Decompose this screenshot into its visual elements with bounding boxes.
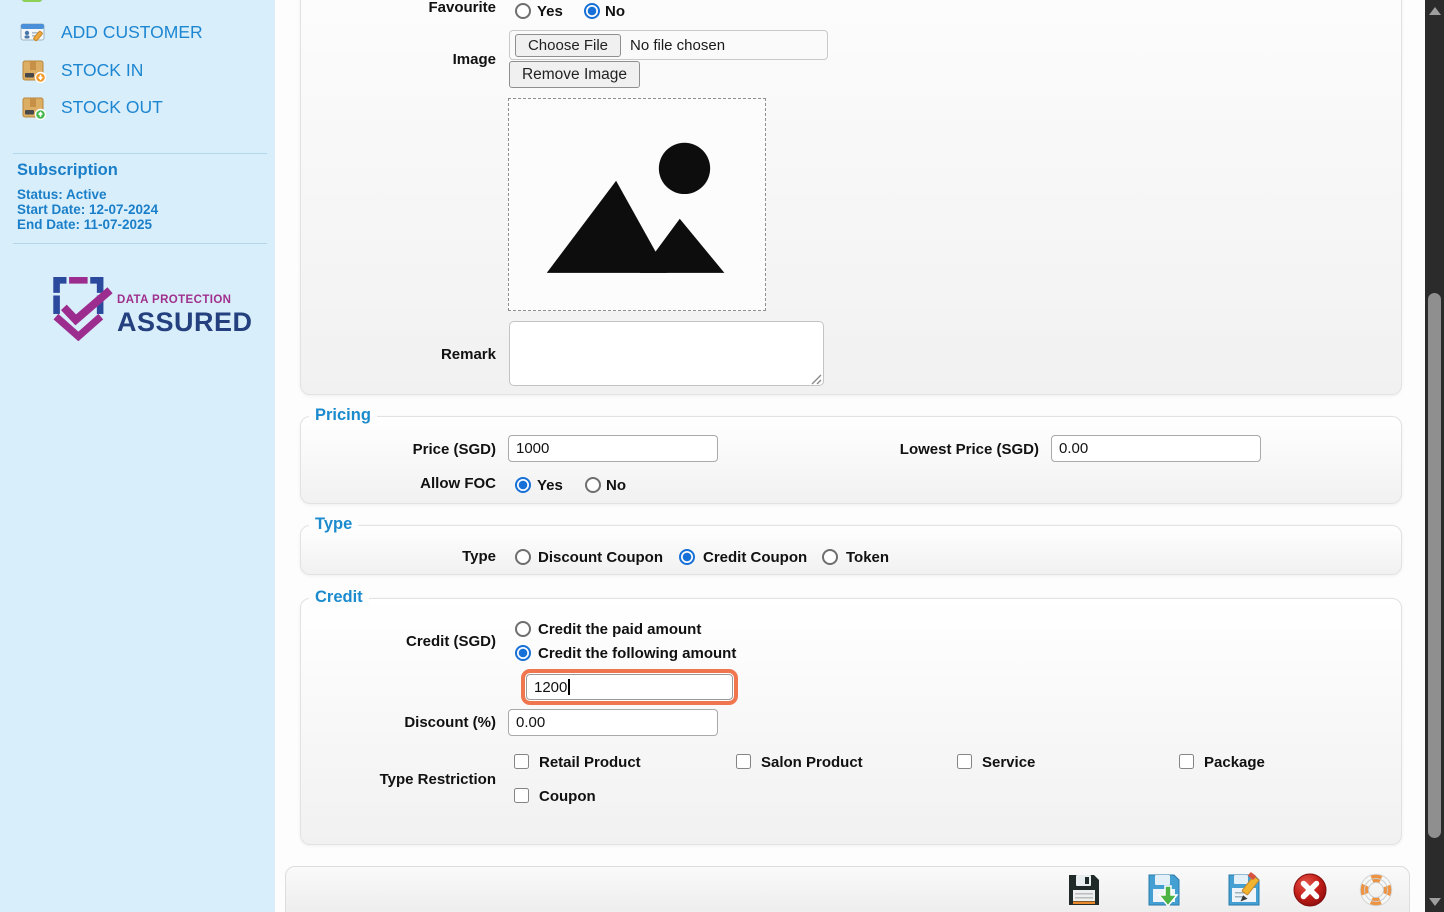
- foc-radio-no-label[interactable]: No: [606, 477, 626, 494]
- sidebar-item-label: STOCK OUT: [61, 97, 163, 118]
- textarea-resize-handle[interactable]: [811, 374, 822, 385]
- credit-amount-input[interactable]: 1200: [526, 674, 733, 700]
- checkbox-salon-product-label[interactable]: Salon Product: [761, 754, 863, 771]
- dpa-badge-line2: ASSURED: [117, 307, 253, 338]
- remark-label: Remark: [301, 346, 496, 363]
- checkbox-retail-product[interactable]: [514, 754, 529, 769]
- credit-section: Credit Credit (SGD) Credit the paid amou…: [300, 598, 1402, 845]
- pricing-section: Pricing Price (SGD) Lowest Price (SGD) A…: [300, 416, 1402, 504]
- price-label: Price (SGD): [301, 441, 496, 458]
- scrollbar-up-arrow[interactable]: [1429, 7, 1441, 15]
- stock-out-icon: [20, 94, 46, 120]
- discount-input[interactable]: [508, 709, 718, 736]
- cancel-icon: [1292, 872, 1328, 908]
- favourite-radio-no-label[interactable]: No: [605, 3, 625, 20]
- type-label: Type: [301, 548, 496, 565]
- credit-radio-paid-amount-label[interactable]: Credit the paid amount: [538, 621, 701, 638]
- checkbox-package[interactable]: [1179, 754, 1194, 769]
- sidebar-item-stock-in[interactable]: STOCK IN: [20, 56, 143, 84]
- toolbar: SAVE SAVE & NEW APPLY: [285, 866, 1410, 912]
- checkbox-salon-product[interactable]: [736, 754, 751, 769]
- file-status-text: No file chosen: [630, 37, 725, 54]
- foc-radio-yes[interactable]: [515, 477, 531, 493]
- subscription-end-date: End Date: 11-07-2025: [17, 217, 152, 232]
- subscription-title: Subscription: [17, 161, 118, 180]
- credit-radio-following-amount-label[interactable]: Credit the following amount: [538, 645, 736, 662]
- favourite-radio-no[interactable]: [584, 3, 600, 19]
- sidebar-item-label: ADD CUSTOMER: [61, 22, 203, 43]
- save-and-new-icon: [1146, 872, 1182, 908]
- save-icon: [1066, 872, 1102, 908]
- checkbox-service[interactable]: [957, 754, 972, 769]
- choose-file-button[interactable]: Choose File: [515, 34, 621, 57]
- type-radio-discount-coupon-label[interactable]: Discount Coupon: [538, 549, 663, 566]
- allow-foc-label: Allow FOC: [301, 475, 496, 492]
- credit-radio-paid-amount[interactable]: [515, 621, 531, 637]
- stock-in-icon: [20, 57, 46, 83]
- image-placeholder-icon: [542, 127, 732, 282]
- lowest-price-input[interactable]: [1051, 435, 1261, 462]
- save-button[interactable]: SAVE: [1046, 869, 1122, 912]
- sidebar-divider: [13, 153, 267, 154]
- scrollbar-thumb[interactable]: [1428, 293, 1441, 838]
- foc-radio-no[interactable]: [585, 477, 601, 493]
- sidebar-item-stock-out[interactable]: STOCK OUT: [20, 93, 163, 121]
- sidebar-divider: [13, 243, 267, 244]
- save-and-new-button[interactable]: SAVE & NEW: [1126, 869, 1202, 912]
- favourite-radio-yes[interactable]: [515, 3, 531, 19]
- cancel-button[interactable]: CANCEL: [1272, 869, 1348, 912]
- scrollbar-down-arrow[interactable]: [1429, 898, 1441, 906]
- subscription-start-date: Start Date: 12-07-2024: [17, 202, 158, 217]
- general-section: Favourite Yes No Image Choose File No fi…: [300, 0, 1402, 395]
- vertical-scrollbar[interactable]: [1425, 0, 1444, 912]
- image-placeholder: [508, 98, 766, 311]
- sidebar-item-label: ADD PAYMENT: [61, 0, 185, 4]
- help-button[interactable]: HELP: [1338, 869, 1414, 912]
- sidebar-item-add-customer[interactable]: ADD CUSTOMER: [20, 18, 203, 46]
- focus-highlight-ring: 1200: [521, 669, 738, 705]
- checkbox-package-label[interactable]: Package: [1204, 754, 1265, 771]
- lowest-price-label: Lowest Price (SGD): [741, 441, 1039, 458]
- type-radio-token-label[interactable]: Token: [846, 549, 889, 566]
- app-window: ADD PAYMENT ADD CUSTOMER STOCK: [0, 0, 1444, 912]
- subscription-status: Status: Active: [17, 187, 107, 202]
- dpa-shield-icon: [48, 272, 114, 350]
- add-payment-icon: [20, 0, 46, 6]
- type-restriction-label: Type Restriction: [301, 771, 496, 788]
- add-customer-icon: [20, 19, 46, 45]
- type-radio-credit-coupon-label[interactable]: Credit Coupon: [703, 549, 807, 566]
- credit-legend: Credit: [309, 588, 369, 607]
- type-radio-discount-coupon[interactable]: [515, 549, 531, 565]
- type-radio-credit-coupon[interactable]: [679, 549, 695, 565]
- favourite-radio-yes-label[interactable]: Yes: [537, 3, 563, 20]
- dpa-badge-line1: DATA PROTECTION: [117, 294, 253, 306]
- sidebar-item-add-payment[interactable]: ADD PAYMENT: [20, 0, 185, 7]
- foc-radio-yes-label[interactable]: Yes: [537, 477, 563, 494]
- apply-button[interactable]: APPLY: [1206, 869, 1282, 912]
- discount-label: Discount (%): [301, 714, 496, 731]
- remove-image-button[interactable]: Remove Image: [509, 61, 640, 88]
- pricing-legend: Pricing: [309, 406, 377, 425]
- apply-icon: [1226, 872, 1262, 908]
- price-input[interactable]: [508, 435, 718, 462]
- checkbox-service-label[interactable]: Service: [982, 754, 1035, 771]
- sidebar: ADD PAYMENT ADD CUSTOMER STOCK: [0, 0, 275, 912]
- type-radio-token[interactable]: [822, 549, 838, 565]
- type-legend: Type: [309, 515, 358, 534]
- help-icon: [1358, 872, 1394, 908]
- credit-label: Credit (SGD): [301, 633, 496, 650]
- dpa-badge: DATA PROTECTION ASSURED: [48, 272, 248, 352]
- image-file-input[interactable]: Choose File No file chosen: [509, 30, 828, 60]
- text-caret: [568, 679, 570, 695]
- credit-radio-following-amount[interactable]: [515, 645, 531, 661]
- checkbox-coupon[interactable]: [514, 788, 529, 803]
- favourite-label: Favourite: [301, 0, 496, 16]
- checkbox-coupon-label[interactable]: Coupon: [539, 788, 596, 805]
- checkbox-retail-product-label[interactable]: Retail Product: [539, 754, 641, 771]
- image-label: Image: [301, 51, 496, 68]
- type-section: Type Type Discount Coupon Credit Coupon …: [300, 525, 1402, 575]
- sidebar-item-label: STOCK IN: [61, 60, 143, 81]
- remark-textarea[interactable]: [509, 321, 824, 386]
